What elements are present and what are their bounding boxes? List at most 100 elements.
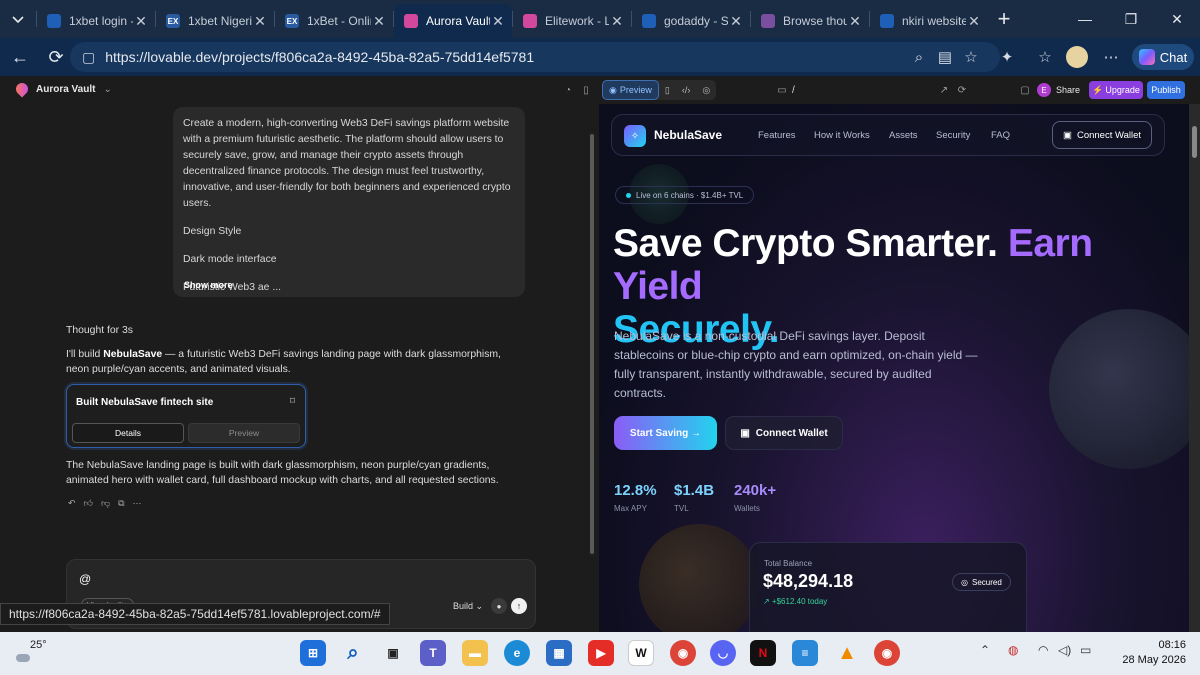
battery-icon[interactable]: ▭ <box>1080 643 1091 657</box>
tab-label: 1xBet - Onlin <box>307 14 371 28</box>
security-icon[interactable]: ◍ <box>1008 643 1018 657</box>
store-icon[interactable]: ▦ <box>546 640 572 666</box>
extensions-icon[interactable]: ✦ <box>992 38 1022 76</box>
tab-close-icon[interactable]: ✕ <box>133 13 149 30</box>
reply-bold: NebulaSave <box>103 349 163 360</box>
browser-tab[interactable]: nkiri website ✕ <box>870 6 988 36</box>
teams-icon[interactable]: T <box>420 640 446 666</box>
open-external-icon[interactable]: ↗ <box>936 82 952 98</box>
chrome-profile-icon[interactable]: ◉ <box>874 640 900 666</box>
show-more-button[interactable]: Show more <box>184 277 233 293</box>
copy-icon[interactable]: ⧉ <box>118 498 124 509</box>
upgrade-button[interactable]: ⚡ Upgrade <box>1089 81 1143 99</box>
tab-close-icon[interactable]: ✕ <box>847 13 863 30</box>
scrollbar-thumb[interactable] <box>1192 126 1197 158</box>
site-brand[interactable]: NebulaSave <box>654 128 722 142</box>
vlc-icon[interactable]: ▲ <box>834 640 860 666</box>
user-message-paragraph: Design Style <box>183 226 242 237</box>
tab-database[interactable]: ◎ <box>696 80 716 100</box>
browser-tab[interactable]: godaddy - Se✕ <box>632 6 750 36</box>
send-button[interactable]: ↑ <box>511 598 527 614</box>
browser-tab[interactable]: EX 1xBet - Onlin ✕ <box>275 6 393 36</box>
time: 08:16 <box>1158 639 1186 651</box>
tab-close-icon[interactable]: ✕ <box>252 13 268 30</box>
wikipedia-icon[interactable]: W <box>628 640 654 666</box>
start-icon[interactable]: ⊞ <box>300 640 326 666</box>
balance-change: ↗ +$612.40 today <box>763 597 828 606</box>
tray-overflow-icon[interactable]: ⌃ <box>980 643 990 657</box>
more-menu-icon[interactable]: ⋯ <box>1096 38 1126 76</box>
tab-preview[interactable]: ◉ Preview <box>602 80 659 100</box>
restore-button[interactable]: ❐ <box>1108 0 1154 38</box>
balance-card: Total Balance $48,294.18 ↗ +$612.40 toda… <box>749 542 1027 632</box>
clock[interactable]: 08:16 28 May 2026 <box>1110 638 1186 668</box>
share-button[interactable]: E Share <box>1037 81 1080 99</box>
site-info-icon[interactable]: ▢ <box>82 49 95 66</box>
tab-code[interactable]: ‹/› <box>676 80 697 100</box>
nav-connect-wallet-button[interactable]: ▣ Connect Wallet <box>1052 121 1152 149</box>
favorites-icon[interactable]: ☆ <box>1030 38 1060 76</box>
bookmark-icon[interactable]: ⌑ <box>290 396 295 407</box>
build-mode-select[interactable]: Build ⌄ <box>453 601 483 612</box>
hero-connect-wallet-button[interactable]: ▣ Connect Wallet <box>725 416 843 450</box>
close-window-button[interactable]: ✕ <box>1154 0 1200 38</box>
thumbs-down-icon[interactable]: 👎︎ <box>101 498 110 509</box>
file-explorer-icon[interactable]: ▬ <box>462 640 488 666</box>
browser-tab[interactable]: Elitework - Lo✕ <box>513 6 631 36</box>
history-icon[interactable]: ◔ <box>560 82 576 98</box>
thumbs-up-icon[interactable]: 👍︎ <box>84 498 93 509</box>
project-name: Aurora Vault <box>36 83 96 95</box>
tab-close-icon[interactable]: ✕ <box>371 13 387 30</box>
start-saving-button[interactable]: Start Saving → <box>614 416 717 450</box>
tab-close-icon[interactable]: ✕ <box>609 13 625 30</box>
browser-tab[interactable]: Aurora Vault ✕ <box>394 4 512 38</box>
nav-link-faq[interactable]: FAQ <box>991 130 1010 141</box>
search-icon[interactable]: ⌕ <box>340 640 366 666</box>
tab-files[interactable]: ▯ <box>659 80 676 100</box>
notepad-icon[interactable]: ≡ <box>792 640 818 666</box>
chat-scrollbar[interactable] <box>590 134 594 554</box>
nav-link-security[interactable]: Security <box>936 130 970 141</box>
chrome-icon[interactable]: ◉ <box>670 640 696 666</box>
tab-close-icon[interactable]: ✕ <box>966 13 982 30</box>
nav-link-how-it-works[interactable]: How it Works <box>814 130 870 141</box>
browser-tab[interactable]: EX 1xbet Nigeria ✕ <box>156 6 274 36</box>
nav-link-assets[interactable]: Assets <box>889 130 918 141</box>
details-button[interactable]: Details <box>72 423 184 443</box>
thought-duration[interactable]: Thought for 3s <box>66 325 133 336</box>
tab-close-icon[interactable]: ✕ <box>728 13 744 30</box>
code-icon: ‹/› <box>681 85 691 95</box>
reload-preview-icon[interactable]: ⟳ <box>954 82 970 98</box>
minimize-button[interactable]: — <box>1062 0 1108 38</box>
more-icon[interactable]: ⋯ <box>133 498 142 509</box>
card-preview-button[interactable]: Preview <box>188 423 300 443</box>
tab-actions-chevron-icon[interactable] <box>0 0 36 38</box>
weather-widget[interactable]: 25° <box>16 638 76 668</box>
favorite-star-icon[interactable]: ☆ <box>956 38 986 76</box>
copilot-chat-button[interactable]: Chat <box>1132 44 1194 70</box>
back-button[interactable]: ← <box>2 41 38 73</box>
task-view-icon[interactable]: ▣ <box>380 640 406 666</box>
browser-tab[interactable]: 1xbet login - ✕ <box>37 6 155 36</box>
edge-icon[interactable]: e <box>504 640 530 666</box>
new-tab-button[interactable]: + <box>988 6 1020 32</box>
refresh-button[interactable]: ⟳ <box>38 41 74 73</box>
comment-icon[interactable]: ▢ <box>1017 82 1033 98</box>
publish-button[interactable]: Publish <box>1147 81 1185 99</box>
discord-icon[interactable]: ◡ <box>710 640 736 666</box>
profile-avatar[interactable] <box>1066 46 1088 68</box>
sidebar-toggle-icon[interactable]: ▯ <box>578 82 594 98</box>
project-menu[interactable]: Aurora Vault ⌄ <box>13 80 112 98</box>
browser-tab[interactable]: Browse thous✕ <box>751 6 869 36</box>
address-bar[interactable]: ▢ https://lovable.dev/projects/f806ca2a-… <box>70 42 1000 72</box>
volume-icon[interactable]: ◁) <box>1058 643 1071 657</box>
wifi-icon[interactable]: ◠ <box>1038 643 1048 657</box>
tab-favicon-icon <box>642 14 656 28</box>
microphone-icon[interactable]: ● <box>491 598 507 614</box>
netflix-icon[interactable]: N <box>750 640 776 666</box>
tab-close-icon[interactable]: ✕ <box>490 13 506 30</box>
preview-scrollbar[interactable] <box>1189 104 1200 632</box>
undo-icon[interactable]: ↶ <box>68 498 76 509</box>
youtube-icon[interactable]: ▶ <box>588 640 614 666</box>
nav-link-features[interactable]: Features <box>758 130 796 141</box>
